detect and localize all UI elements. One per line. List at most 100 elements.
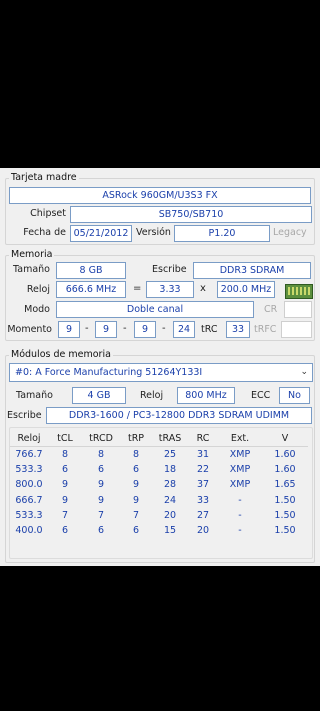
trc-label: tRC	[201, 324, 218, 335]
table-cell: XMP	[229, 464, 251, 476]
table-cell: 7	[132, 509, 140, 521]
memory-mode-label: Modo	[24, 304, 50, 315]
table-cell: -	[238, 525, 242, 537]
ram-stick-icon	[285, 284, 313, 299]
table-cell: 31	[196, 449, 210, 461]
table-row: 766.7 8 8 8 25 31 XMP 1.60	[10, 447, 308, 463]
memory-size-value: 8 GB	[56, 262, 126, 279]
times-sign: x	[200, 283, 206, 294]
table-cell: 1.60	[274, 464, 296, 476]
table-cell: 1.60	[274, 449, 296, 461]
trfc-value	[281, 321, 312, 338]
memory-clock-value: 666.6 MHz	[56, 281, 126, 298]
timings-header-cell: tCL	[48, 430, 82, 447]
table-cell: 7	[61, 509, 69, 521]
table-cell: 666.7	[15, 494, 43, 506]
table-cell: 1.50	[274, 509, 296, 521]
memory-group-title: Memoria	[9, 249, 55, 260]
table-cell: -	[238, 509, 242, 521]
table-cell: 7	[97, 509, 105, 521]
timing-rcd: 9	[95, 321, 117, 338]
table-cell: 400.0	[15, 525, 43, 537]
table-cell: 6	[61, 525, 69, 537]
table-cell: 6	[132, 464, 140, 476]
memory-timing-label: Momento	[7, 324, 52, 335]
timings-header-cell: tRP	[120, 430, 152, 447]
bios-date-label: Fecha de	[23, 227, 66, 238]
memory-bus-value: 200.0 MHz	[217, 281, 275, 298]
memory-multiplier: 3.33	[146, 281, 194, 298]
table-cell: 1.50	[274, 525, 296, 537]
table-cell: 533.3	[15, 509, 43, 521]
table-cell: 20	[163, 509, 177, 521]
timing-dash-1: -	[85, 323, 89, 334]
table-cell: 6	[61, 464, 69, 476]
table-cell: 9	[97, 479, 105, 491]
table-cell: 766.7	[15, 449, 43, 461]
cr-label: CR	[264, 304, 278, 315]
table-cell: 8	[61, 449, 69, 461]
motherboard-model: ASRock 960GM/U3S3 FX	[9, 187, 311, 204]
timings-header-cell: RC	[188, 430, 218, 447]
table-cell: 22	[196, 464, 210, 476]
table-cell: 20	[196, 525, 210, 537]
timing-ras: 24	[173, 321, 195, 338]
module-selector[interactable]: #0: A Force Manufacturing 51264Y133I ⌄	[9, 363, 313, 382]
table-row: 533.3 7 7 7 20 27 - 1.50	[10, 508, 308, 523]
table-cell: 9	[61, 479, 69, 491]
table-cell: 6	[97, 525, 105, 537]
chevron-down-icon[interactable]: ⌄	[300, 364, 308, 381]
table-cell: 8	[132, 449, 140, 461]
module-selector-value: #0: A Force Manufacturing 51264Y133I	[15, 367, 203, 378]
cpuid-panel: Tarjeta madre ASRock 960GM/U3S3 FX Chips…	[0, 168, 320, 566]
timings-table: Reloj tCL tRCD tRP tRAS RC Ext. V 766.7 …	[10, 430, 308, 538]
table-cell: 533.3	[15, 464, 43, 476]
table-cell: 33	[196, 494, 210, 506]
timings-header-cell: Ext.	[218, 430, 262, 447]
module-clock-label: Reloj	[140, 390, 164, 401]
timings-header-cell: Reloj	[10, 430, 48, 447]
memory-clock-label: Reloj	[26, 284, 50, 295]
table-cell: 18	[163, 464, 177, 476]
table-cell: 8	[97, 449, 105, 461]
equals-sign: =	[133, 283, 142, 294]
module-type-value: DDR3-1600 / PC3-12800 DDR3 SDRAM UDIMM	[46, 407, 312, 424]
cr-value	[284, 301, 312, 318]
modules-group-title: Módulos de memoria	[9, 349, 113, 360]
trc-value: 33	[226, 321, 250, 338]
module-size-label: Tamaño	[16, 390, 53, 401]
memory-size-label: Tamaño	[13, 264, 50, 275]
table-cell: 9	[132, 479, 140, 491]
table-row: 800.0 9 9 9 28 37 XMP 1.65	[10, 477, 308, 492]
chipset-value: SB750/SB710	[70, 206, 312, 223]
table-cell: 28	[163, 479, 177, 491]
memory-mode-value: Doble canal	[56, 301, 254, 318]
memory-type-value: DDR3 SDRAM	[193, 262, 311, 279]
table-cell: -	[238, 494, 242, 506]
table-cell: 25	[163, 449, 177, 461]
bios-date-value: 05/21/2012	[70, 225, 132, 242]
table-cell: 800.0	[15, 479, 43, 491]
table-row: 666.7 9 9 9 24 33 - 1.50	[10, 493, 308, 508]
memory-type-label: Escribe	[152, 264, 187, 275]
module-type-label: Escribe	[7, 410, 42, 421]
table-cell: 37	[196, 479, 210, 491]
table-cell: 6	[97, 464, 105, 476]
legacy-label: Legacy	[273, 227, 307, 238]
trfc-label: tRFC	[254, 324, 277, 335]
table-row: 533.3 6 6 6 18 22 XMP 1.60	[10, 462, 308, 477]
module-size-value: 4 GB	[72, 387, 126, 404]
timing-rp: 9	[134, 321, 156, 338]
timing-dash-3: -	[162, 323, 166, 334]
timings-header-cell: V	[262, 430, 308, 447]
timing-dash-2: -	[123, 323, 127, 334]
timing-cl: 9	[58, 321, 80, 338]
module-ecc-value: No	[279, 387, 310, 404]
motherboard-group-title: Tarjeta madre	[9, 172, 79, 183]
table-cell: 27	[196, 509, 210, 521]
table-row: 400.0 6 6 6 15 20 - 1.50	[10, 523, 308, 538]
bios-version-value: P1.20	[174, 225, 270, 242]
module-ecc-label: ECC	[251, 390, 271, 401]
module-clock-value: 800 MHz	[177, 387, 235, 404]
table-cell: 9	[132, 494, 140, 506]
